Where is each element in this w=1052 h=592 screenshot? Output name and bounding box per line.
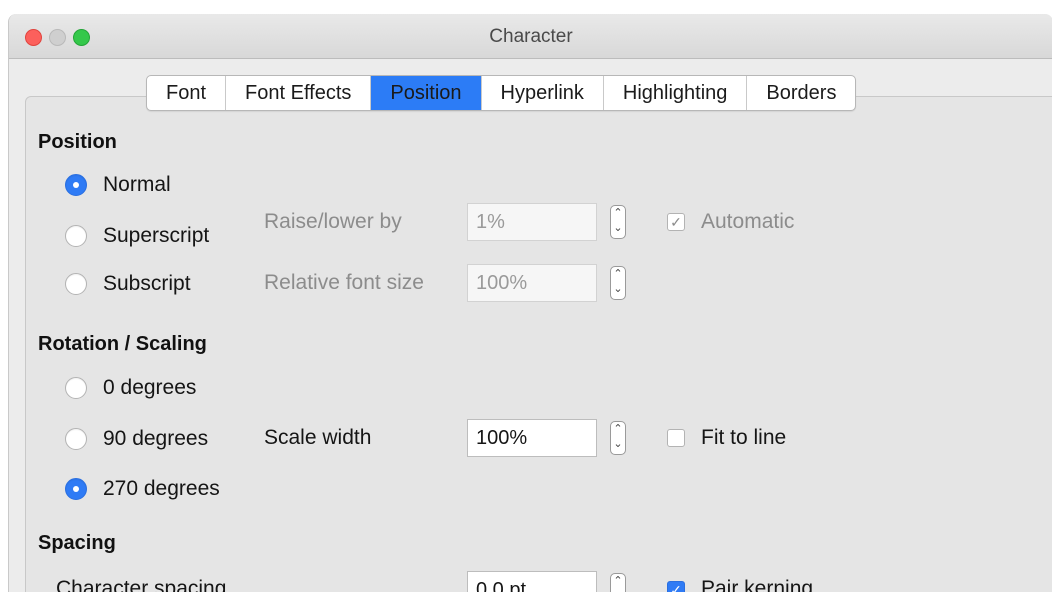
radio-button[interactable] bbox=[65, 174, 87, 196]
automatic-label: Automatic bbox=[701, 210, 795, 233]
radio-label: Normal bbox=[103, 173, 171, 196]
radio-label: 270 degrees bbox=[103, 477, 220, 500]
radio-label: 0 degrees bbox=[103, 376, 197, 399]
tab-font[interactable]: Font bbox=[147, 76, 227, 110]
title-bar: Character bbox=[9, 14, 1052, 59]
raise-lower-stepper[interactable]: ⌃ ⌄ bbox=[610, 205, 626, 239]
character-spacing-stepper[interactable]: ⌃⌄ bbox=[610, 573, 626, 592]
radio-subscript[interactable]: Subscript bbox=[65, 272, 191, 296]
rotation-scaling-heading: Rotation / Scaling bbox=[38, 333, 207, 355]
radio-superscript[interactable]: Superscript bbox=[65, 224, 209, 248]
tab-position[interactable]: Position bbox=[371, 76, 482, 110]
raise-lower-label: Raise/lower by bbox=[264, 210, 402, 233]
radio-0-degrees[interactable]: 0 degrees bbox=[65, 376, 196, 400]
relative-font-size-label: Relative font size bbox=[264, 271, 424, 294]
character-spacing-label: Character spacing bbox=[56, 577, 227, 592]
pair-kerning-label: Pair kerning bbox=[701, 577, 814, 592]
fit-to-line-checkbox[interactable] bbox=[667, 429, 685, 447]
radio-90-degrees[interactable]: 90 degrees bbox=[65, 427, 208, 451]
character-spacing-field[interactable] bbox=[467, 571, 597, 592]
tab-borders[interactable]: Borders bbox=[747, 76, 855, 110]
raise-lower-field[interactable] bbox=[467, 203, 597, 241]
automatic-checkbox[interactable]: ✓ bbox=[667, 213, 685, 231]
radio-button[interactable] bbox=[65, 273, 87, 295]
spacing-heading: Spacing bbox=[38, 532, 116, 554]
scale-width-field[interactable] bbox=[467, 419, 597, 457]
radio-button[interactable] bbox=[65, 377, 87, 399]
radio-normal[interactable]: Normal bbox=[65, 173, 171, 197]
fit-to-line-label: Fit to line bbox=[701, 426, 787, 449]
tab-highlighting[interactable]: Highlighting bbox=[604, 76, 748, 110]
scale-width-label: Scale width bbox=[264, 426, 372, 449]
tab-hyperlink[interactable]: Hyperlink bbox=[482, 76, 604, 110]
relative-font-size-field[interactable] bbox=[467, 264, 597, 302]
radio-label: Superscript bbox=[103, 224, 210, 247]
radio-270-degrees[interactable]: 270 degrees bbox=[65, 477, 220, 501]
position-heading: Position bbox=[38, 131, 117, 153]
radio-label: 90 degrees bbox=[103, 427, 209, 450]
tab-font-effects[interactable]: Font Effects bbox=[226, 76, 372, 110]
character-dialog: Character Font Font Effects Position Hyp… bbox=[8, 14, 1052, 592]
pair-kerning-checkbox[interactable]: ✓ bbox=[667, 581, 685, 592]
relative-font-size-stepper[interactable]: ⌃ ⌄ bbox=[610, 266, 626, 300]
radio-button[interactable] bbox=[65, 478, 87, 500]
scale-width-stepper[interactable]: ⌃ ⌄ bbox=[610, 421, 626, 455]
tab-bar: Font Font Effects Position Hyperlink Hig… bbox=[146, 75, 857, 111]
radio-label: Subscript bbox=[103, 272, 191, 295]
radio-button[interactable] bbox=[65, 225, 87, 247]
radio-button[interactable] bbox=[65, 428, 87, 450]
window-title: Character bbox=[489, 26, 573, 47]
